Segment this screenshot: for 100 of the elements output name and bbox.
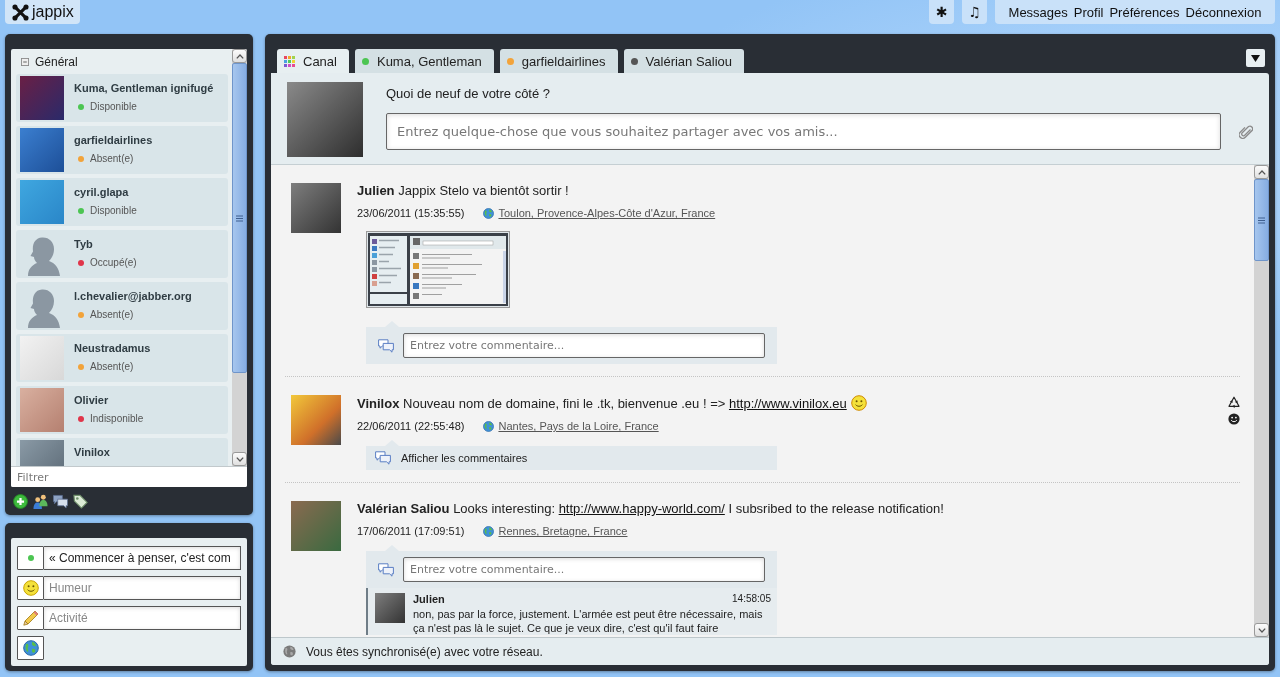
toolbar-button[interactable]: ✱ (929, 0, 954, 24)
show-comments-button[interactable]: Afficher les commentaires (366, 440, 777, 470)
post-input[interactable]: Entrez quelque-chose que vous souhaitez partager avec vos amis... (386, 113, 1221, 150)
caret-icon (1251, 54, 1260, 62)
menu-link[interactable]: Profil (1073, 4, 1104, 20)
contact-item[interactable]: cyril.glapa Disponible (16, 178, 228, 226)
post-date: 22/06/2011 (22:55:48) (357, 420, 465, 432)
users-icon[interactable] (33, 493, 48, 509)
smiley-icon (22, 580, 39, 596)
tab[interactable]: garfieldairlines (499, 49, 618, 73)
location-link[interactable]: Nantes, Pays de la Loire, France (498, 420, 659, 432)
globe-icon (22, 640, 39, 656)
filter-field[interactable]: Filtrer (11, 466, 247, 487)
avatar-placeholder (291, 395, 341, 445)
contact-item[interactable]: Neustradamus Absent(e) (16, 334, 228, 382)
tabs-menu-button[interactable] (1246, 49, 1265, 67)
location-link[interactable]: Toulon, Provence-Alpes-Côte d'Azur, France (498, 207, 716, 219)
globe-icon (483, 525, 495, 537)
scroll-down-button[interactable] (232, 452, 247, 466)
contact-name: Olivier (74, 394, 110, 407)
composer-prompt: Quoi de neuf de votre côté ? (386, 86, 552, 102)
chat-bubbles-icon (378, 562, 394, 577)
collapse-icon[interactable] (21, 57, 29, 66)
logo-badge[interactable]: jappix (5, 0, 80, 24)
scroll-down-button[interactable] (1254, 623, 1269, 637)
chat-bubbles-icon (375, 451, 391, 465)
location-button[interactable] (17, 636, 44, 660)
smiley-icon (850, 395, 867, 411)
menu-link[interactable]: Déconnexion (1185, 4, 1262, 20)
toolbar-button[interactable]: ♫ (962, 0, 987, 24)
avatar-placeholder (375, 593, 405, 623)
sync-status-text: Vous êtes synchronisé(e) avec votre réseau. (306, 644, 543, 659)
group-name[interactable]: Général (35, 54, 78, 69)
contact-item[interactable]: Kuma, Gentleman ignifugé Disponible (16, 74, 228, 122)
mood-button[interactable] (17, 576, 44, 600)
activity-button[interactable] (17, 606, 44, 630)
menu-link[interactable]: Préférences (1109, 4, 1180, 20)
contact-name: Neustradamus (74, 342, 151, 355)
status-text: Indisponible (90, 413, 144, 425)
chat-bubbles-icon (378, 338, 394, 353)
chevron-down-icon (235, 456, 244, 462)
contact-item[interactable]: Olivier Indisponible (16, 386, 228, 434)
add-icon[interactable] (13, 493, 28, 509)
contact-item[interactable]: l.chevalier@jabber.org Absent(e) (16, 282, 228, 330)
activity-field[interactable]: Activité (44, 606, 241, 630)
scrollbar[interactable] (1254, 165, 1269, 637)
smiley-icon[interactable] (1228, 413, 1240, 425)
post-date: 17/06/2011 (17:09:51) (357, 525, 465, 537)
logo-text: jappix (32, 2, 74, 22)
status-text: Disponible (90, 101, 137, 113)
contact-name: Vinilox (74, 446, 110, 459)
comment-text: non, pas par la force, justement. L'armée est peut être nécessaire, mais ça n'est pas là le sujet. Ce que je veux dire, c'est qu'il faut faire (413, 607, 764, 635)
globe-icon (483, 207, 495, 219)
link[interactable]: http://www.happy-world.com/ (558, 501, 725, 516)
mood-field[interactable]: Humeur (44, 576, 241, 600)
status-text: Absent(e) (90, 361, 134, 373)
grip-icon (236, 214, 243, 222)
contact-name: garfieldairlines (74, 134, 153, 147)
status-text: Absent(e) (90, 309, 134, 321)
post-text: Valérian Saliou Looks interesting: http://www.happy-world.com/ I subsribed to the release notification! (357, 501, 945, 517)
tab[interactable]: Canal (277, 49, 349, 73)
status-message-field[interactable]: « Commencer à penser, c'est com (44, 546, 241, 570)
paperclip-icon[interactable] (1239, 124, 1253, 139)
scrollbar-thumb[interactable] (1254, 179, 1269, 261)
tab[interactable]: Kuma, Gentleman (354, 49, 494, 73)
tag-icon[interactable] (73, 493, 88, 509)
scrollbar-thumb[interactable] (232, 63, 247, 373)
screenshot-thumbnail-drawing[interactable] (366, 231, 510, 308)
post-date: 23/06/2011 (15:35:55) (357, 207, 465, 219)
chevron-down-icon (1257, 627, 1266, 633)
contact-name: Tyb (74, 238, 94, 251)
presence-button[interactable] (17, 546, 44, 570)
recycle-icon[interactable] (1228, 396, 1240, 408)
scrollbar[interactable] (232, 49, 247, 466)
comment-time: 14:58:05 (732, 593, 771, 605)
globe-icon (283, 645, 296, 658)
contact-item[interactable]: Tyb Occupé(e) (16, 230, 228, 278)
comment-input[interactable]: Entrez votre commentaire... (403, 333, 765, 358)
chat-icon[interactable] (53, 493, 68, 509)
scroll-up-button[interactable] (232, 49, 247, 63)
menu-link[interactable]: Messages (1008, 4, 1068, 20)
logo-icon (12, 3, 29, 21)
contact-item[interactable]: Vinilox (16, 438, 228, 466)
pencil-icon (22, 610, 39, 626)
status-text: Absent(e) (90, 153, 134, 165)
status-text: Disponible (90, 205, 137, 217)
comment-input[interactable]: Entrez votre commentaire... (403, 557, 765, 582)
scroll-up-button[interactable] (1254, 165, 1269, 179)
post-text: Julien Jappix Stelo va bientôt sortir ! (357, 183, 570, 199)
contact-name: l.chevalier@jabber.org (74, 290, 192, 303)
avatar-placeholder (291, 501, 341, 551)
chevron-up-icon (235, 53, 244, 59)
link[interactable]: http://www.vinilox.eu (728, 396, 847, 411)
contact-item[interactable]: garfieldairlines Absent(e) (16, 126, 228, 174)
comment-author: Julien (413, 593, 445, 605)
tab[interactable]: Valérian Saliou (623, 49, 745, 73)
contact-name: Kuma, Gentleman ignifugé (74, 82, 214, 95)
location-link[interactable]: Rennes, Bretagne, France (498, 525, 628, 537)
status-text: Occupé(e) (90, 257, 137, 269)
contact-name: cyril.glapa (74, 186, 130, 199)
